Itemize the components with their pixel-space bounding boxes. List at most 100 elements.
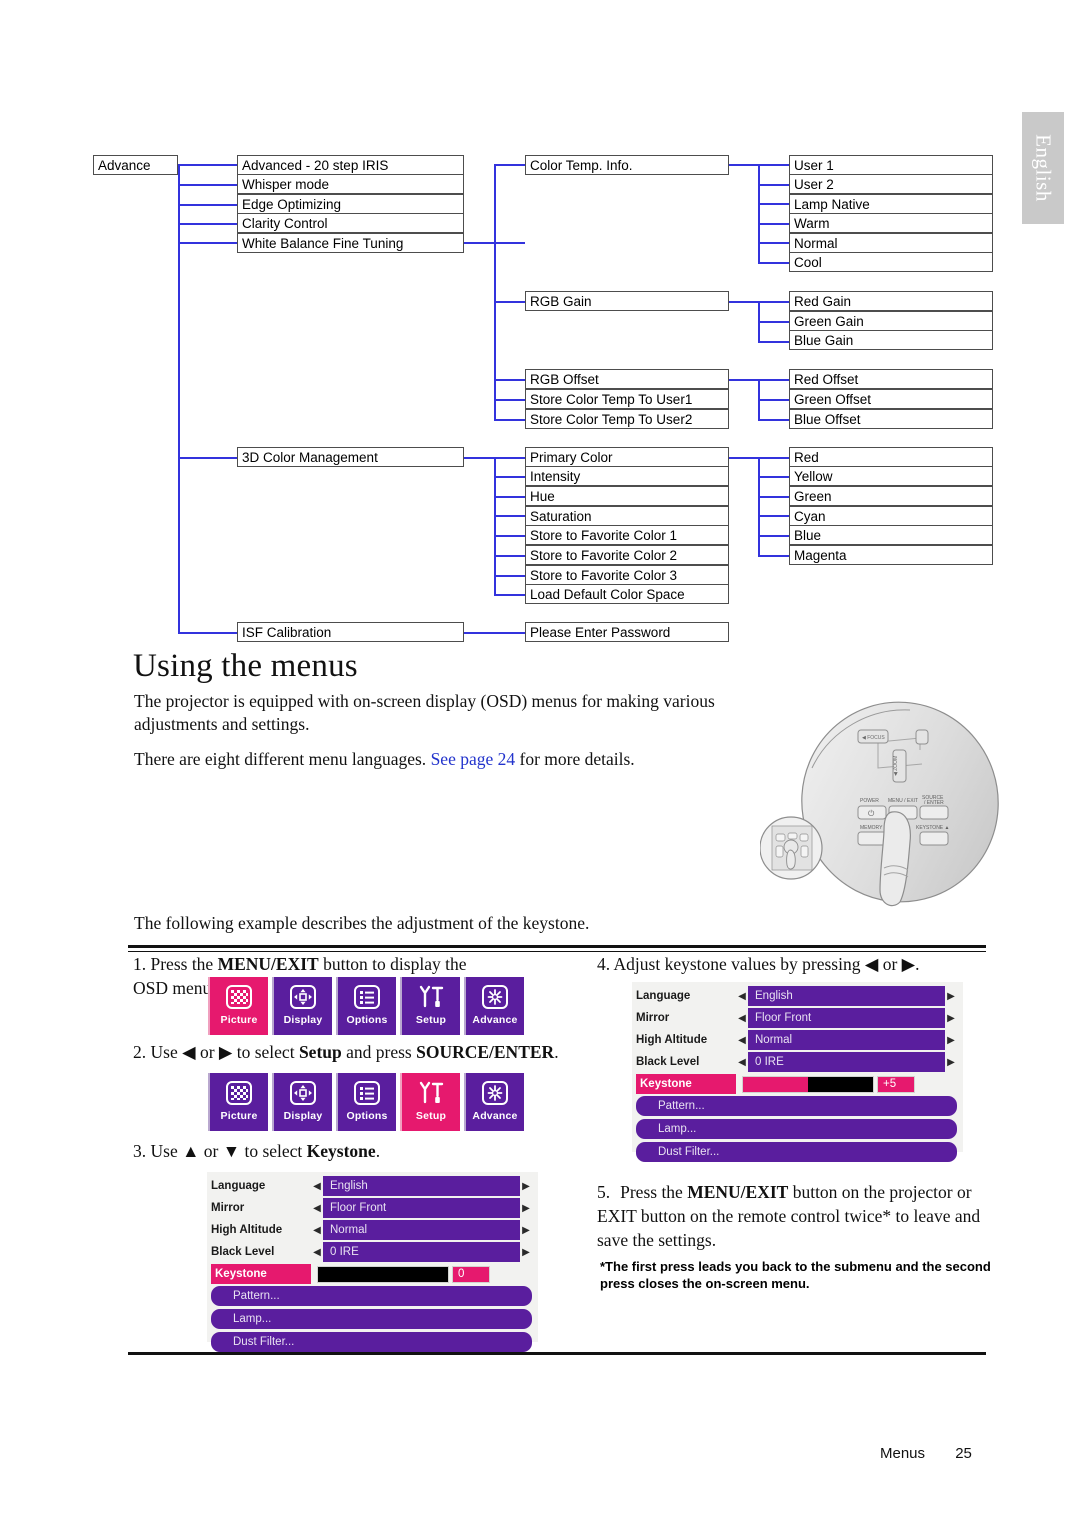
osd-row-high-altitude[interactable]: High Altitude ◀ Normal ▶: [211, 1220, 532, 1240]
right-arrow-icon[interactable]: ▶: [945, 1057, 957, 1068]
osd-row-high-altitude[interactable]: High Altitude ◀ Normal ▶: [636, 1030, 957, 1050]
tree-node: Hue: [525, 486, 729, 506]
osd-main-menu-iconbar-bottom[interactable]: Picture Display Options Setup Advance: [208, 1073, 524, 1131]
menu-icon-label: Advance: [472, 1110, 518, 1122]
tree-node: White Balance Fine Tuning: [237, 233, 464, 253]
tree-connector: [178, 457, 237, 459]
keystone-value: +5: [877, 1075, 915, 1093]
intro-paragraph-2: There are eight different menu languages…: [134, 748, 759, 771]
svg-text:/ ENTER: / ENTER: [924, 800, 944, 806]
right-arrow-icon[interactable]: ▶: [520, 1225, 532, 1236]
osd-row-value: Normal: [323, 1220, 520, 1240]
menu-icon-setup[interactable]: Setup: [400, 1073, 460, 1131]
tree-node: Green: [789, 486, 993, 506]
osd-main-menu-iconbar-top[interactable]: Picture Display Options Setup Advance: [208, 977, 524, 1035]
tree-connector: [758, 399, 789, 401]
page-footer: Menus 25: [880, 1445, 972, 1462]
osd-row-language[interactable]: Language ◀ English ▶: [636, 986, 957, 1006]
osd-row-value: 0 IRE: [323, 1242, 520, 1262]
tree-connector: [178, 223, 237, 225]
four-arrows-icon: [287, 1078, 319, 1108]
osd-submenu-dust-filter[interactable]: Dust Filter...: [636, 1142, 957, 1162]
osd-row-label: Mirror: [636, 1012, 670, 1024]
osd-row-language[interactable]: Language ◀ English ▶: [211, 1176, 532, 1196]
tree-connector: [178, 164, 237, 166]
tree-node-label: Cyan: [794, 509, 826, 524]
keystone-slider[interactable]: [742, 1075, 874, 1093]
right-arrow-icon[interactable]: ▶: [945, 991, 957, 1002]
tree-node: RGB Offset: [525, 369, 729, 389]
tree-connector: [758, 242, 789, 244]
tree-connector: [494, 476, 525, 478]
left-arrow-icon: ◀: [864, 954, 879, 974]
left-arrow-icon[interactable]: ◀: [311, 1181, 323, 1192]
tree-node-label: Advance: [98, 158, 151, 173]
left-arrow-icon[interactable]: ◀: [736, 1035, 748, 1046]
step-3-text-a: Use: [150, 1141, 183, 1161]
menu-icon-picture[interactable]: Picture: [208, 977, 268, 1035]
tree-node-label: Normal: [794, 236, 838, 251]
menu-icon-label: Setup: [415, 1110, 447, 1122]
menu-icon-advance[interactable]: Advance: [464, 1073, 524, 1131]
menu-icon-display[interactable]: Display: [272, 1073, 332, 1131]
left-arrow-icon[interactable]: ◀: [311, 1247, 323, 1258]
tree-node-advance: Advance: [93, 155, 178, 175]
osd-row-mirror[interactable]: Mirror ◀ Floor Front ▶: [636, 1008, 957, 1028]
osd-submenu-pattern[interactable]: Pattern...: [636, 1096, 957, 1116]
osd-row-keystone[interactable]: Keystone 0: [211, 1264, 532, 1284]
tree-node-label: Green: [794, 489, 832, 504]
osd-submenu-lamp[interactable]: Lamp...: [211, 1309, 532, 1329]
tree-node-label: Green Gain: [794, 314, 864, 329]
tree-node-label: Cool: [794, 255, 822, 270]
tree-node-label: Intensity: [530, 469, 581, 484]
left-arrow-icon[interactable]: ◀: [736, 1013, 748, 1024]
see-page-link[interactable]: See page 24: [431, 749, 516, 769]
osd-submenu-dust-filter[interactable]: Dust Filter...: [211, 1332, 532, 1352]
right-arrow-icon[interactable]: ▶: [520, 1247, 532, 1258]
left-arrow-icon[interactable]: ◀: [311, 1225, 323, 1236]
osd-row-mirror[interactable]: Mirror ◀ Floor Front ▶: [211, 1198, 532, 1218]
tree-node-label: Blue Gain: [794, 333, 854, 348]
osd-setup-panel-right[interactable]: Language ◀ English ▶ Mirror ◀ Floor Fron…: [632, 982, 963, 1162]
footer-section: Menus: [880, 1445, 926, 1462]
osd-row-black-level[interactable]: Black Level ◀ 0 IRE ▶: [636, 1052, 957, 1072]
tree-connector: [494, 594, 525, 596]
left-arrow-icon[interactable]: ◀: [311, 1203, 323, 1214]
right-arrow-icon[interactable]: ▶: [520, 1181, 532, 1192]
osd-row-black-level[interactable]: Black Level ◀ 0 IRE ▶: [211, 1242, 532, 1262]
tree-node-label: Store to Favorite Color 1: [530, 528, 678, 543]
tree-node: Store to Favorite Color 2: [525, 545, 729, 565]
menu-icon-display[interactable]: Display: [272, 977, 332, 1035]
right-arrow-icon[interactable]: ▶: [945, 1035, 957, 1046]
tree-node: User 1: [789, 155, 993, 175]
tree-node-label: User 1: [794, 158, 834, 173]
tree-node-label: Green Offset: [794, 392, 872, 407]
osd-submenu-pattern[interactable]: Pattern...: [211, 1286, 532, 1306]
tree-connector: [494, 164, 496, 421]
step-5-number: 5.: [597, 1182, 611, 1202]
tree-node-label: Color Temp. Info.: [530, 158, 633, 173]
menu-icon-setup[interactable]: Setup: [400, 977, 460, 1035]
svg-text:MENU / EXIT: MENU / EXIT: [888, 798, 918, 804]
menu-icon-label: Display: [283, 1014, 323, 1026]
left-arrow-icon[interactable]: ◀: [736, 1057, 748, 1068]
step-2-bold-setup: Setup: [298, 1042, 342, 1062]
starburst-icon: [479, 982, 511, 1012]
tree-node-label: Hue: [530, 489, 555, 504]
menu-icon-picture[interactable]: Picture: [208, 1073, 268, 1131]
svg-text:MEMORY: MEMORY: [860, 825, 883, 831]
osd-row-keystone[interactable]: Keystone +5: [636, 1074, 957, 1094]
menu-icon-advance[interactable]: Advance: [464, 977, 524, 1035]
right-arrow-icon[interactable]: ▶: [945, 1013, 957, 1024]
keystone-slider[interactable]: [317, 1265, 449, 1283]
step-2-number: 2.: [133, 1042, 147, 1062]
left-arrow-icon[interactable]: ◀: [736, 991, 748, 1002]
menu-icon-options[interactable]: Options: [336, 1073, 396, 1131]
tools-icon: [415, 982, 447, 1012]
right-arrow-icon[interactable]: ▶: [520, 1203, 532, 1214]
osd-submenu-lamp[interactable]: Lamp...: [636, 1119, 957, 1139]
osd-setup-panel-bottom[interactable]: Language ◀ English ▶ Mirror ◀ Floor Fron…: [207, 1172, 538, 1352]
menu-icon-options[interactable]: Options: [336, 977, 396, 1035]
page-title: Using the menus: [133, 648, 358, 684]
divider-top: [128, 945, 986, 948]
